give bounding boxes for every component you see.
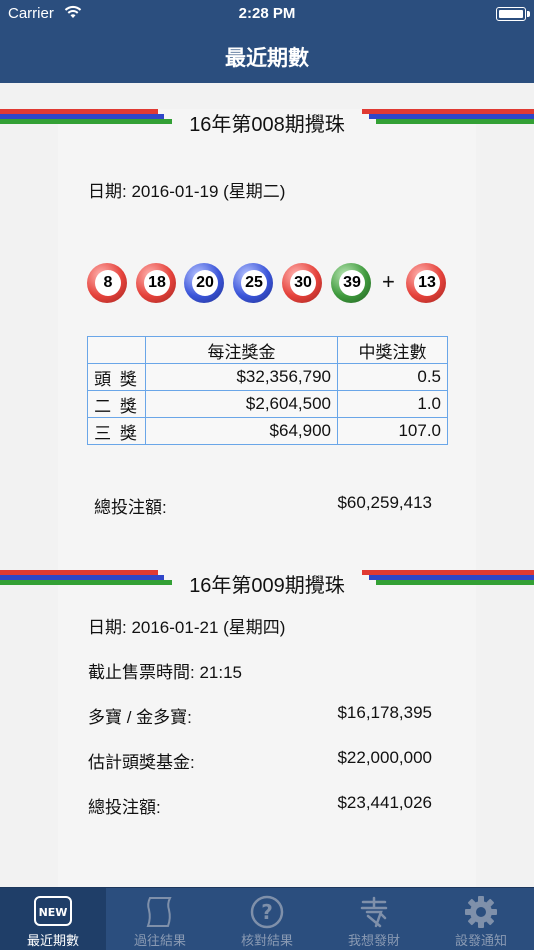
table-row: 二 獎 $2,604,500 1.0 (87, 390, 448, 418)
estimate-label: 估計頭獎基金: (88, 753, 195, 772)
turnover-label: 總投注額: (88, 798, 161, 817)
winner-count: 107.0 (337, 417, 448, 445)
sales-cutoff: 截止售票時間: 21:15 (88, 663, 242, 682)
ball: 39 (331, 263, 371, 303)
turnover-label: 總投注額: (94, 498, 167, 517)
gear-icon (461, 894, 501, 930)
results-scroll-view[interactable] (0, 83, 534, 887)
extra-ball: 13 (406, 263, 446, 303)
navigation-bar: Carrier 2:28 PM 最近期數 (0, 0, 534, 83)
draw-header-009: 16年第009期攪珠 (0, 567, 534, 597)
ball: 18 (136, 263, 176, 303)
draw-date: 日期: 2016-01-19 (星期二) (88, 182, 286, 201)
estimate-value: $22,000,000 (337, 748, 432, 767)
table-header (87, 336, 146, 364)
ball: 25 (233, 263, 273, 303)
svg-text:NEW: NEW (39, 906, 68, 919)
tab-label: 過往結果 (133, 933, 186, 948)
tab-history[interactable]: 過往結果 (107, 888, 213, 950)
prize-level: 二 獎 (87, 390, 146, 418)
question-icon: ? (247, 894, 287, 930)
table-row: 頭 獎 $32,356,790 0.5 (87, 363, 448, 391)
page-title: 最近期數 (225, 47, 309, 70)
clock: 2:28 PM (238, 5, 296, 22)
turnover-value: $60,259,413 (337, 493, 432, 512)
table-header: 中獎注數 (337, 336, 448, 364)
draw-header-008: 16年第008期攪珠 (0, 106, 534, 136)
fa-character-icon (354, 894, 394, 930)
ball-number: 39 (339, 270, 365, 296)
tab-check[interactable]: ? 核對結果 (214, 888, 320, 950)
scroll-icon (140, 894, 180, 930)
stripe-decoration-right (362, 106, 534, 126)
ball: 20 (184, 263, 224, 303)
table-header-row: 每注獎金 中獎注數 (87, 336, 448, 364)
tab-notification[interactable]: 設發通知 (428, 888, 534, 950)
prize-level: 三 獎 (87, 417, 146, 445)
prize-amount: $32,356,790 (145, 363, 338, 391)
prize-amount: $2,604,500 (145, 390, 338, 418)
tab-label: 最近期數 (26, 933, 79, 948)
next-draw-date: 日期: 2016-01-21 (星期四) (88, 618, 286, 637)
winner-count: 0.5 (337, 363, 448, 391)
jackpot-label: 多寶 / 金多寶: (88, 708, 192, 727)
ball-number: 30 (290, 270, 316, 296)
winner-count: 1.0 (337, 390, 448, 418)
plus-sign: + (382, 269, 395, 294)
table-row: 三 獎 $64,900 107.0 (87, 417, 448, 445)
stripe-decoration-right (362, 567, 534, 587)
prize-amount: $64,900 (145, 417, 338, 445)
drawn-numbers: 8 18 20 25 30 39 + 13 (87, 263, 467, 303)
table-header: 每注獎金 (145, 336, 338, 364)
new-icon: NEW (33, 894, 73, 930)
jackpot-value: $16,178,395 (337, 703, 432, 722)
tab-label: 設發通知 (454, 933, 507, 948)
tab-lucky[interactable]: 我想發財 (321, 888, 427, 950)
tab-label: 我想發財 (347, 933, 400, 948)
extra-ball-number: 13 (414, 270, 440, 296)
status-bar: Carrier 2:28 PM (0, 0, 534, 28)
prize-level: 頭 獎 (87, 363, 146, 391)
battery-icon (496, 7, 530, 21)
tab-label: 核對結果 (240, 933, 293, 948)
ball-number: 18 (144, 270, 170, 296)
ball: 8 (87, 263, 127, 303)
ball-number: 20 (192, 270, 218, 296)
ball: 30 (282, 263, 322, 303)
turnover-value: $23,441,026 (337, 793, 432, 812)
tab-latest[interactable]: NEW 最近期數 (0, 888, 106, 950)
tab-bar: NEW 最近期數 過往結果 ? 核對結果 我想發財 設發通知 (0, 887, 534, 950)
ball-number: 8 (95, 270, 121, 296)
prize-table: 每注獎金 中獎注數 頭 獎 $32,356,790 0.5 二 獎 $2,604… (87, 336, 448, 445)
ball-number: 25 (241, 270, 267, 296)
svg-text:?: ? (261, 900, 273, 924)
